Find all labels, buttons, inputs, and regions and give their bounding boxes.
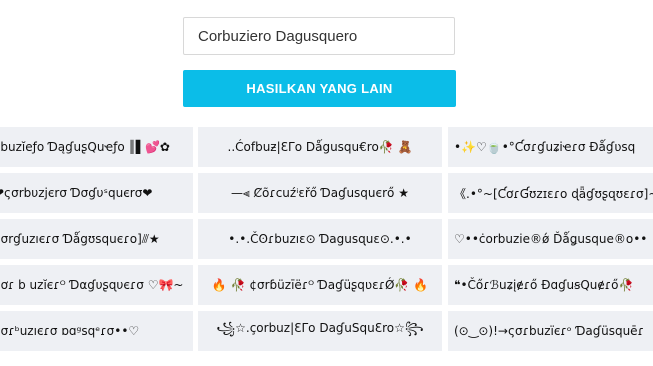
name-input[interactable] xyxy=(184,18,454,54)
result-item[interactable]: ❝•Čőɾℬuʑįɇɾő ƉɑɠuꞩQuɇɾő🥀 xyxy=(448,265,653,305)
result-item[interactable]: ćơɾ b uzĭєɾᴼ Ɗαɠυʂɋυєɾσ ♡🎀~ xyxy=(0,265,193,305)
result-item[interactable]: ꧁☆.çorbuz|ƐΓo DaɠuSquƐro☆꧂ xyxy=(198,311,442,351)
result-item[interactable]: (⊙‿⊙)!→ςσɾbuzïєɾᵒ Ɗaɠüsquēɾ xyxy=(448,311,653,351)
result-item[interactable]: ɕσrɠuzıєɾσ Ɗǻgʊsquєɾo]⫻★ xyxy=(0,219,193,259)
name-input-container xyxy=(183,17,455,55)
result-item[interactable]: ♡••ċorbuzie®ǿ Ďǻǥusque®o•• xyxy=(448,219,653,259)
result-item[interactable]: ɕσɾᵇuzıєɾσ ɒɑᵍsqᵉɾσ••♡ xyxy=(0,311,193,351)
result-item[interactable]: ❤ςσrbυzjєrσ Ɗσɠυˢquєrσ❤ xyxy=(0,173,193,213)
generate-more-button[interactable]: HASILKAN YANG LAIN xyxy=(183,70,456,107)
result-item[interactable]: ɾbuzĭeƒo ƊąɠuʂQuҽƒo ║▌💕✿ xyxy=(0,127,193,167)
result-item[interactable]: —⫷ Ȼõɾcuźⁱɛřő Ɗaɠusquєrő ★ xyxy=(198,173,442,213)
result-item[interactable]: ..Ćofbuƶ|ƐΓo Dǻgusqu€ro🥀 🧸 xyxy=(198,127,442,167)
result-item[interactable]: 《.•°~[ƇơɾƓʊzɪɛɾo ɖǟɠʊʂզʊɛɾσ]~ xyxy=(448,173,653,213)
result-item[interactable]: •✨♡🍵•°Ƈσɾɠuʑiҽɾσ Ɖǻɠʋsq xyxy=(448,127,653,167)
result-item[interactable]: •.•.Čʘɾbuzıɛ⊙ Ɗagusɋuɛ⊙.•.• xyxy=(198,219,442,259)
result-item[interactable]: 🔥 🥀 ¢σrɓüzīëɾᴼ ƊaɠüʂqʋɛɾǾ🥀 🔥 xyxy=(198,265,442,305)
